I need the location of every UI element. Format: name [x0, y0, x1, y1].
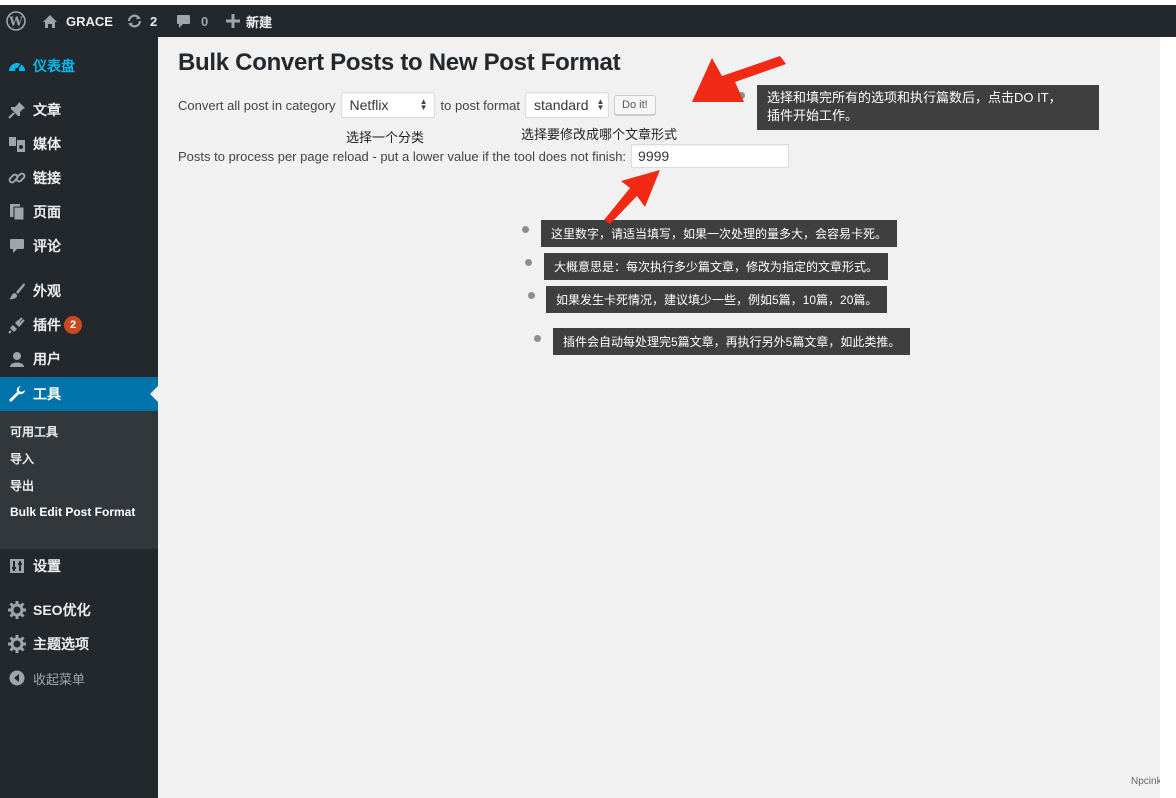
arrow-to-do-it	[692, 56, 786, 102]
arrow-to-input	[604, 170, 660, 224]
annotation-arrows	[604, 56, 786, 224]
